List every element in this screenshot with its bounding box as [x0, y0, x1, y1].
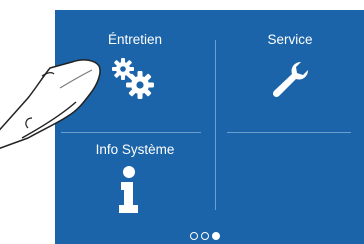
page-dot-1[interactable] — [190, 232, 198, 240]
page-dot-3-active[interactable] — [212, 232, 220, 240]
tile-empty — [216, 133, 364, 233]
tile-info-systeme[interactable]: Info Système — [55, 133, 215, 233]
tile-info-label: Info Système — [95, 142, 175, 157]
page-dot-2[interactable] — [201, 232, 209, 240]
gears-icon — [112, 58, 154, 99]
info-icon — [119, 166, 138, 213]
page-indicator — [190, 232, 220, 242]
tile-entretien-label: Éntretien — [107, 32, 163, 47]
tile-service[interactable]: Service — [216, 10, 364, 132]
tile-entretien[interactable]: Éntretien — [55, 10, 215, 132]
touch-screen: Éntretien Service Info Système — [55, 10, 364, 244]
wrench-icon — [272, 61, 309, 98]
tile-service-label: Service — [267, 32, 313, 47]
